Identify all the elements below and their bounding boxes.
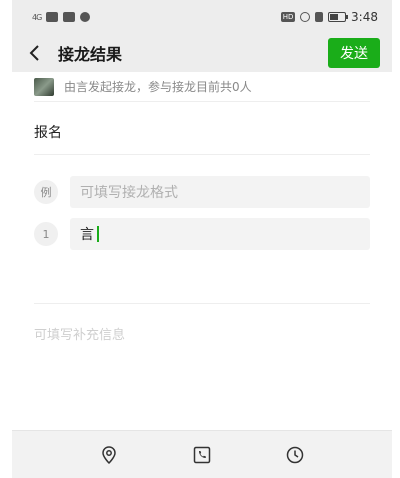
initiator-row: 由言发起接龙，参与接龙目前共0人: [34, 72, 370, 102]
battery-icon: [328, 12, 349, 22]
divider: [34, 154, 370, 155]
status-left: 4G: [32, 12, 91, 22]
list-item: 1 言: [34, 217, 370, 251]
avatar: [34, 77, 54, 96]
signal-icon: 4G: [32, 12, 42, 22]
page-title: 接龙结果: [58, 45, 123, 64]
back-arrow-icon[interactable]: [24, 42, 46, 64]
example-badge: 例: [34, 180, 58, 204]
location-icon[interactable]: [97, 443, 121, 467]
main-content: 由言发起接龙，参与接龙目前共0人 报名 例 可填写接龙格式 1 言 可填写补充信…: [12, 72, 392, 430]
notification-icon: [63, 12, 76, 22]
entry-value: 言: [80, 227, 94, 243]
phone-icon[interactable]: [190, 443, 214, 467]
signup-title-text: 报名: [34, 125, 62, 141]
status-bar: 4G HD 3:48: [12, 0, 392, 34]
divider: [34, 303, 370, 304]
app-icon: [80, 12, 91, 22]
bottom-toolbar: [12, 430, 392, 478]
send-button[interactable]: 发送: [328, 38, 380, 68]
initiator-text: 由言发起接龙，参与接龙目前共0人: [64, 80, 252, 94]
hd-icon: HD: [281, 12, 296, 22]
status-right: HD 3:48: [281, 10, 378, 24]
signup-title[interactable]: 报名: [34, 122, 370, 154]
message-icon: [46, 12, 59, 22]
extra-info-input[interactable]: 可填写补充信息: [34, 324, 370, 343]
entry-index-badge: 1: [34, 222, 58, 246]
nav-bar: 接龙结果 发送: [12, 34, 392, 72]
text-caret: [97, 226, 99, 242]
vibrate-icon: [315, 12, 324, 22]
entry-list: 例 可填写接龙格式 1 言: [34, 175, 370, 251]
example-row: 例 可填写接龙格式: [34, 175, 370, 209]
entry-input[interactable]: 言: [70, 218, 370, 250]
example-format-input[interactable]: 可填写接龙格式: [70, 176, 370, 208]
status-time: 3:48: [351, 10, 378, 24]
phone-screen: 4G HD 3:48 接龙结果 发送 由言发起接龙，参与接龙目前共0人 报名 例…: [12, 0, 392, 478]
clock-icon[interactable]: [283, 443, 307, 467]
alarm-icon: [300, 12, 311, 22]
